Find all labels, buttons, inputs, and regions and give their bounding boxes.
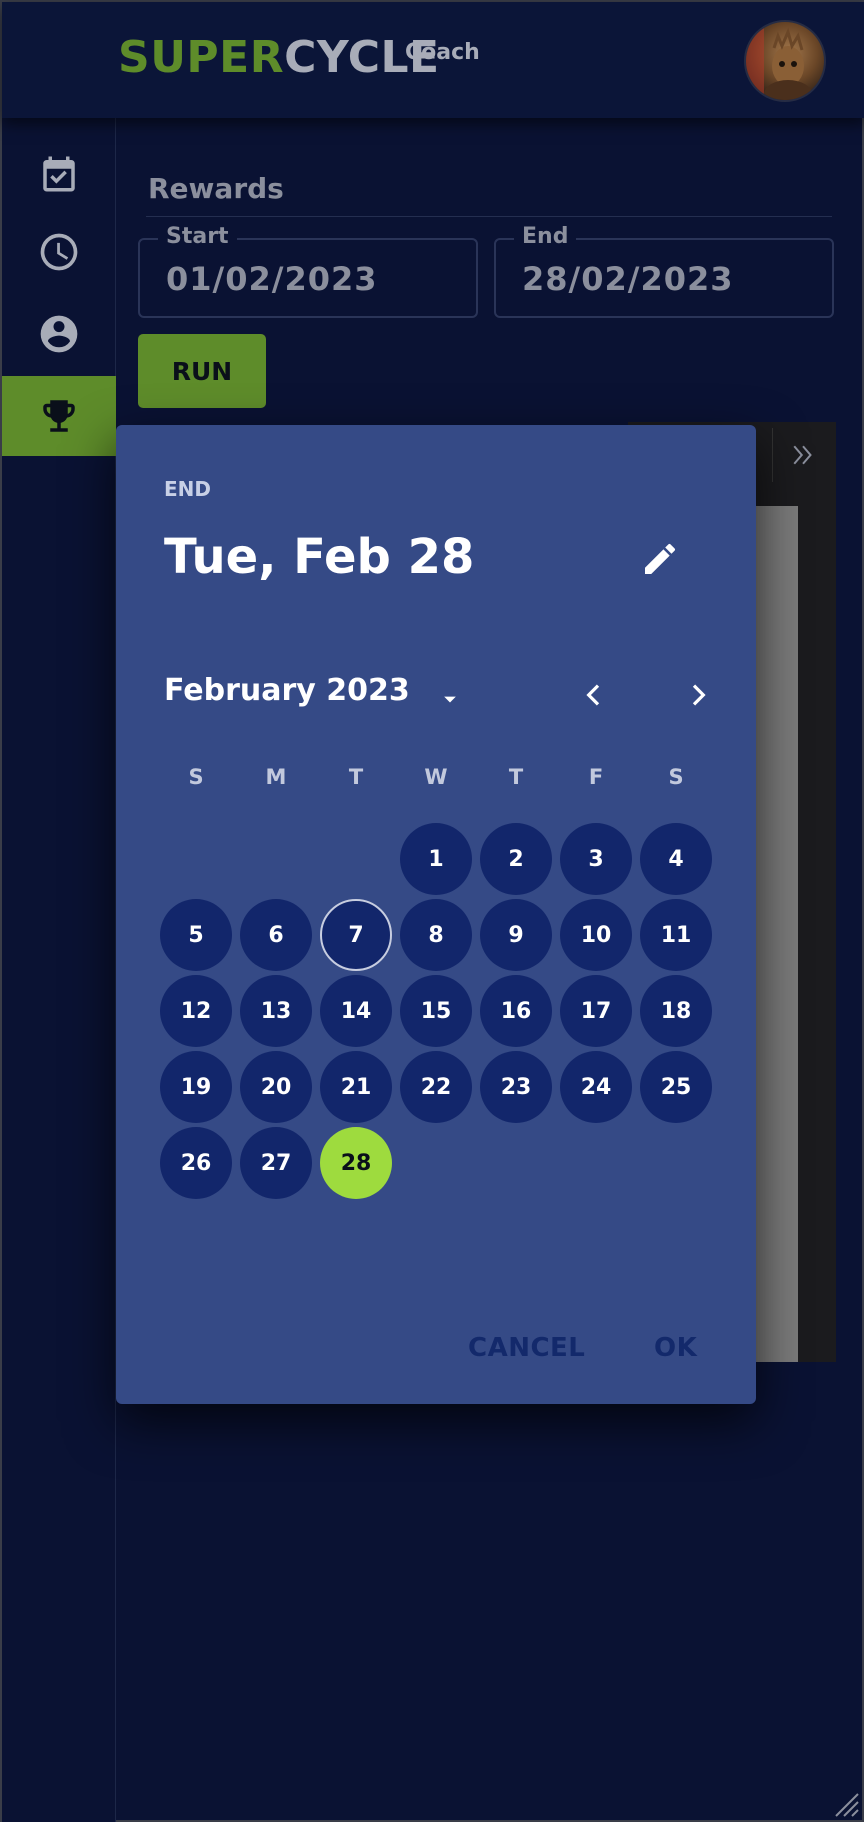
day-button-selected[interactable]: 28 [320, 1127, 392, 1199]
day-button[interactable]: 9 [480, 899, 552, 971]
day-button[interactable]: 15 [400, 975, 472, 1047]
day-button[interactable]: 26 [160, 1127, 232, 1199]
day-button[interactable]: 23 [480, 1051, 552, 1123]
day-button[interactable]: 4 [640, 823, 712, 895]
end-date-label: End [514, 224, 577, 249]
weekday-label: S [668, 765, 684, 789]
day-button[interactable]: 17 [560, 975, 632, 1047]
day-button[interactable]: 1 [400, 823, 472, 895]
title-divider [146, 216, 832, 217]
day-button[interactable]: 14 [320, 975, 392, 1047]
page-title: Rewards [148, 172, 284, 205]
day-button[interactable]: 19 [160, 1051, 232, 1123]
weekday-label: T [508, 765, 524, 789]
previous-month-button[interactable] [572, 673, 616, 717]
day-button[interactable]: 11 [640, 899, 712, 971]
end-date-field[interactable]: End 28/02/2023 [494, 224, 834, 318]
month-year-label[interactable]: February 2023 [164, 673, 410, 708]
trophy-icon [43, 400, 75, 432]
cancel-button[interactable]: CANCEL [468, 1333, 585, 1363]
weekday-label: T [348, 765, 364, 789]
ok-button[interactable]: OK [654, 1333, 697, 1363]
weekday-label: M [265, 765, 287, 789]
start-date-field[interactable]: Start 01/02/2023 [138, 224, 478, 318]
day-button[interactable]: 12 [160, 975, 232, 1047]
top-app-bar: SUPERCYCLE Coach [2, 2, 864, 118]
selected-date-heading: Tue, Feb 28 [164, 529, 475, 585]
date-picker-overline: END [164, 477, 212, 501]
weekday-label: W [424, 765, 448, 789]
sidebar-item-history[interactable] [2, 212, 116, 292]
end-date-value: 28/02/2023 [522, 260, 734, 298]
chevron-left-icon [586, 684, 600, 706]
next-month-button[interactable] [676, 673, 720, 717]
day-button[interactable]: 18 [640, 975, 712, 1047]
start-date-label: Start [158, 224, 237, 249]
day-button[interactable]: 20 [240, 1051, 312, 1123]
chevron-right-icon [692, 684, 706, 706]
edit-date-button[interactable] [636, 535, 684, 583]
double-chevron-right-icon [792, 445, 812, 465]
weekday-label: F [588, 765, 604, 789]
day-button[interactable]: 16 [480, 975, 552, 1047]
day-button[interactable]: 2 [480, 823, 552, 895]
day-button[interactable]: 10 [560, 899, 632, 971]
day-button[interactable]: 5 [160, 899, 232, 971]
expand-panel-button[interactable] [772, 428, 832, 482]
day-button[interactable]: 3 [560, 823, 632, 895]
day-button[interactable]: 6 [240, 899, 312, 971]
resize-grip-icon[interactable] [832, 1790, 860, 1818]
calendar-check-icon [43, 156, 75, 192]
sidebar-item-rewards[interactable] [2, 376, 116, 456]
logo-super: SUPER [118, 32, 285, 83]
clock-icon [40, 233, 78, 271]
day-button[interactable]: 25 [640, 1051, 712, 1123]
date-picker-dialog: END Tue, Feb 28 February 2023 SMTWTFS 12… [116, 425, 756, 1404]
user-avatar[interactable] [744, 20, 826, 102]
pencil-icon [645, 543, 676, 574]
day-button[interactable]: 27 [240, 1127, 312, 1199]
sidebar-item-schedule[interactable] [2, 134, 116, 214]
month-dropdown-button[interactable] [430, 679, 470, 719]
day-button[interactable]: 24 [560, 1051, 632, 1123]
caret-down-icon [444, 696, 456, 703]
sidebar-item-profile[interactable] [2, 294, 116, 374]
app-logo[interactable]: SUPERCYCLE [118, 32, 440, 83]
avatar-image-icon [746, 22, 812, 100]
day-button[interactable]: 22 [400, 1051, 472, 1123]
account-circle-icon [40, 315, 78, 353]
day-button[interactable]: 7 [320, 899, 392, 971]
nav-sidebar [2, 118, 116, 1822]
day-button[interactable]: 21 [320, 1051, 392, 1123]
logo-subtitle: Coach [405, 40, 480, 65]
day-button[interactable]: 8 [400, 899, 472, 971]
day-button[interactable]: 13 [240, 975, 312, 1047]
weekday-label: S [188, 765, 204, 789]
start-date-value: 01/02/2023 [166, 260, 378, 298]
run-button[interactable]: RUN [138, 334, 266, 408]
